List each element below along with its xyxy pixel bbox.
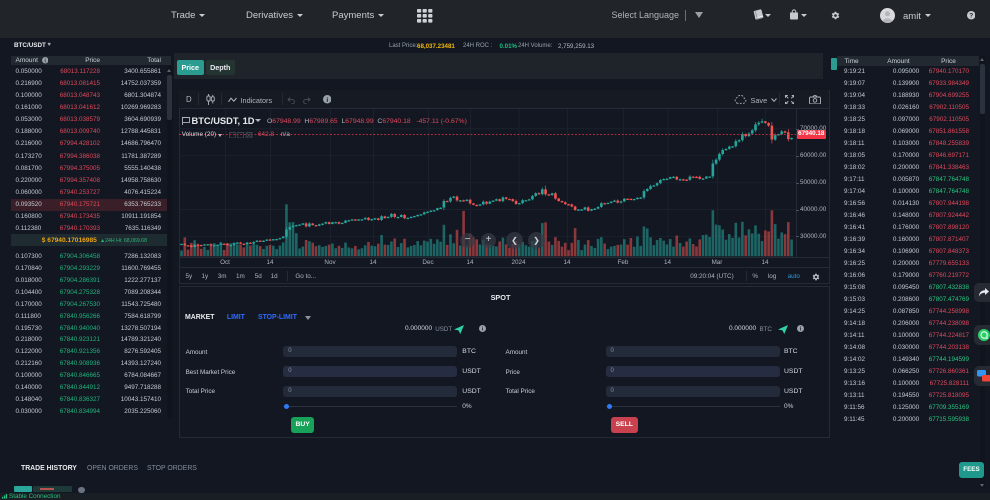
svg-text:i: i (326, 97, 328, 104)
svg-text:?: ? (969, 13, 973, 20)
